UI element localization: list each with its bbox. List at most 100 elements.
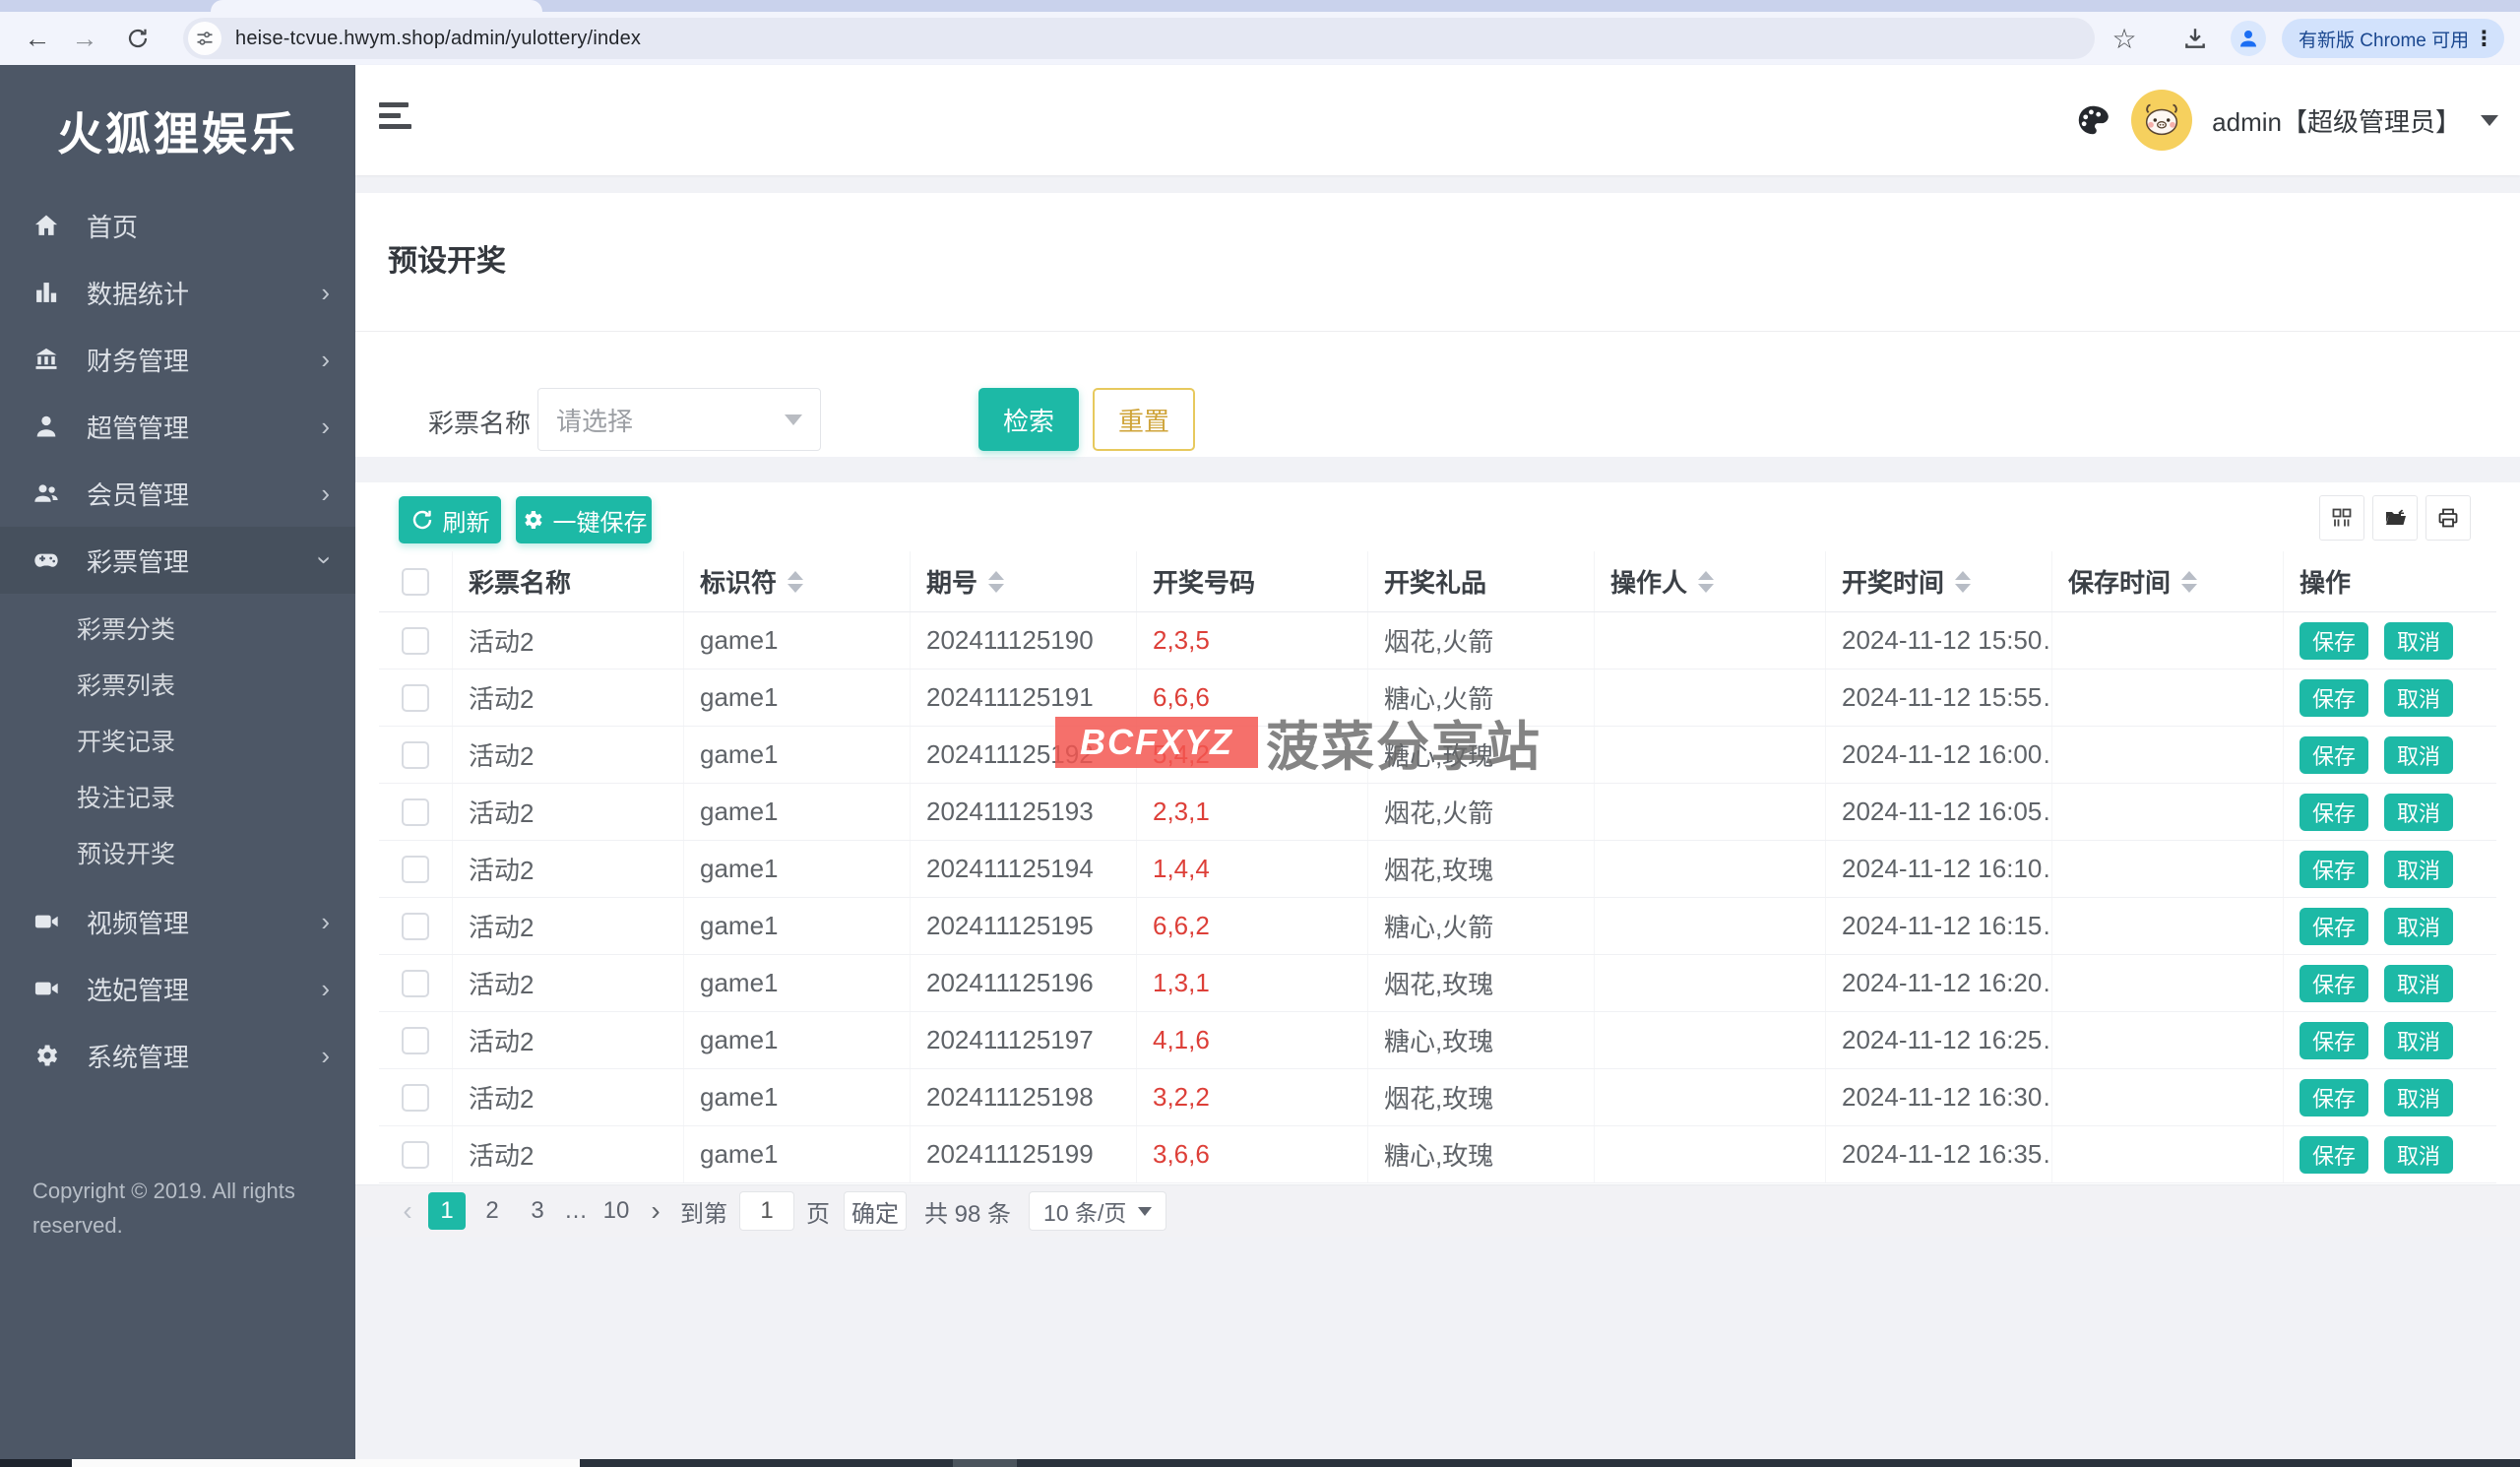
sidebar-item-系统管理[interactable]: 系统管理› <box>0 1022 355 1089</box>
sidebar-subitem-彩票列表[interactable]: 彩票列表 <box>0 659 355 715</box>
horizontal-scrollbar[interactable] <box>0 1459 2520 1467</box>
sort-icon[interactable] <box>788 571 803 593</box>
export-icon[interactable] <box>2372 495 2418 541</box>
row-checkbox[interactable] <box>402 1084 429 1112</box>
sidebar-item-彩票管理[interactable]: 彩票管理› <box>0 527 355 594</box>
sort-icon[interactable] <box>1698 571 1714 593</box>
theme-palette-icon[interactable] <box>2074 101 2111 139</box>
sidebar-item-财务管理[interactable]: 财务管理› <box>0 326 355 393</box>
current-user-label[interactable]: admin【超级管理员】 <box>2212 102 2461 139</box>
browser-chrome: ← → heise-tcvue.hwym.shop/admin/yulotter… <box>0 0 2520 65</box>
row-checkbox[interactable] <box>402 741 429 769</box>
page-size-caret-icon <box>1138 1207 1152 1216</box>
sidebar-subitem-投注记录[interactable]: 投注记录 <box>0 771 355 827</box>
sidebar-subitem-预设开奖[interactable]: 预设开奖 <box>0 827 355 883</box>
pager-page-10[interactable]: 10 <box>598 1192 635 1230</box>
sidebar-item-会员管理[interactable]: 会员管理› <box>0 460 355 527</box>
row-checkbox[interactable] <box>402 1027 429 1054</box>
save-button[interactable]: 保存 <box>2300 1079 2368 1116</box>
browser-forward-icon[interactable]: → <box>63 12 106 65</box>
sidebar-subitem-彩票分类[interactable]: 彩票分类 <box>0 603 355 659</box>
site-settings-icon[interactable] <box>188 22 221 55</box>
pager-page-3[interactable]: 3 <box>519 1192 556 1230</box>
cell-operator <box>1595 727 1826 783</box>
sort-icon[interactable] <box>1955 571 1971 593</box>
browser-back-icon[interactable]: ← <box>16 12 59 65</box>
save-button[interactable]: 保存 <box>2300 908 2368 945</box>
lottery-name-select[interactable]: 请选择 <box>537 388 821 451</box>
video-icon <box>32 975 60 1002</box>
download-icon[interactable] <box>2174 12 2217 65</box>
cell-operator <box>1595 1126 1826 1182</box>
print-icon[interactable] <box>2426 495 2471 541</box>
cancel-button[interactable]: 取消 <box>2384 908 2453 945</box>
cancel-button[interactable]: 取消 <box>2384 1136 2453 1174</box>
cancel-button[interactable]: 取消 <box>2384 679 2453 717</box>
table-row: 活动2game12024111251993,6,6糖心,玫瑰2024-11-12… <box>379 1126 2496 1183</box>
cell-code: game1 <box>684 955 911 1011</box>
cancel-button[interactable]: 取消 <box>2384 1079 2453 1116</box>
search-button[interactable]: 检索 <box>978 388 1079 451</box>
sidebar-item-选妃管理[interactable]: 选妃管理› <box>0 955 355 1022</box>
save-all-button[interactable]: 一键保存 <box>516 496 652 543</box>
pager-page-1[interactable]: 1 <box>428 1192 466 1230</box>
cell-name: 活动2 <box>453 670 684 726</box>
sidebar-item-视频管理[interactable]: 视频管理› <box>0 888 355 955</box>
reset-button[interactable]: 重置 <box>1093 388 1195 451</box>
pager-page-2[interactable]: 2 <box>473 1192 511 1230</box>
columns-filter-icon[interactable] <box>2319 495 2364 541</box>
page-size-select[interactable]: 10 条/页 <box>1029 1191 1166 1231</box>
row-checkbox[interactable] <box>402 913 429 940</box>
sidebar-item-超管管理[interactable]: 超管管理› <box>0 393 355 460</box>
row-checkbox[interactable] <box>402 627 429 655</box>
row-actions: 保存取消 <box>2284 955 2496 1011</box>
save-button[interactable]: 保存 <box>2300 622 2368 660</box>
sidebar-item-首页[interactable]: 首页 <box>0 192 355 259</box>
save-button[interactable]: 保存 <box>2300 1136 2368 1174</box>
row-checkbox[interactable] <box>402 856 429 883</box>
user-dropdown-caret-icon[interactable] <box>2481 115 2498 126</box>
url-text[interactable]: heise-tcvue.hwym.shop/admin/yulottery/in… <box>235 28 641 50</box>
cancel-button[interactable]: 取消 <box>2384 1022 2453 1059</box>
browser-refresh-icon[interactable] <box>116 12 159 65</box>
chevron-right-icon: › <box>321 347 330 372</box>
table-row: 活动2game12024111251956,6,2糖心,火箭2024-11-12… <box>379 898 2496 955</box>
cancel-button[interactable]: 取消 <box>2384 965 2453 1002</box>
goto-confirm-button[interactable]: 确定 <box>844 1191 907 1231</box>
sidebar-item-数据统计[interactable]: 数据统计› <box>0 259 355 326</box>
save-button[interactable]: 保存 <box>2300 794 2368 831</box>
row-checkbox[interactable] <box>402 1141 429 1169</box>
browser-menu-icon[interactable]: ⋮ <box>2474 27 2494 51</box>
row-checkbox[interactable] <box>402 970 429 997</box>
sort-icon[interactable] <box>988 571 1004 593</box>
cancel-button[interactable]: 取消 <box>2384 622 2453 660</box>
browser-profile-icon[interactable] <box>2231 21 2266 56</box>
save-button[interactable]: 保存 <box>2300 679 2368 717</box>
url-bar[interactable]: heise-tcvue.hwym.shop/admin/yulottery/in… <box>183 18 2095 59</box>
chrome-update-chip[interactable]: 有新版 Chrome 可用 ⋮ <box>2282 19 2504 58</box>
save-button[interactable]: 保存 <box>2300 1022 2368 1059</box>
cell-operator <box>1595 1069 1826 1125</box>
pager-prev-icon[interactable]: ‹ <box>391 1195 424 1227</box>
sort-icon[interactable] <box>2181 571 2197 593</box>
select-all-checkbox[interactable] <box>402 568 429 596</box>
row-checkbox[interactable] <box>402 684 429 712</box>
cancel-button[interactable]: 取消 <box>2384 851 2453 888</box>
cancel-button[interactable]: 取消 <box>2384 794 2453 831</box>
goto-page-input[interactable]: 1 <box>739 1191 794 1231</box>
row-checkbox[interactable] <box>402 798 429 826</box>
save-button[interactable]: 保存 <box>2300 965 2368 1002</box>
cell-period: 202411125191 <box>911 670 1137 726</box>
cell-draw_time: 2024-11-12 16:20… <box>1826 955 2052 1011</box>
refresh-button[interactable]: 刷新 <box>399 496 501 543</box>
bookmark-star-icon[interactable]: ☆ <box>2103 12 2146 65</box>
sidebar-subitem-开奖记录[interactable]: 开奖记录 <box>0 715 355 771</box>
scrollbar-thumb[interactable] <box>72 1459 580 1467</box>
cancel-button[interactable]: 取消 <box>2384 736 2453 774</box>
avatar[interactable] <box>2131 90 2192 151</box>
pager-next-icon[interactable]: › <box>639 1195 672 1227</box>
save-button[interactable]: 保存 <box>2300 851 2368 888</box>
collapse-menu-icon[interactable] <box>379 102 412 135</box>
active-tab[interactable] <box>211 0 542 12</box>
save-button[interactable]: 保存 <box>2300 736 2368 774</box>
